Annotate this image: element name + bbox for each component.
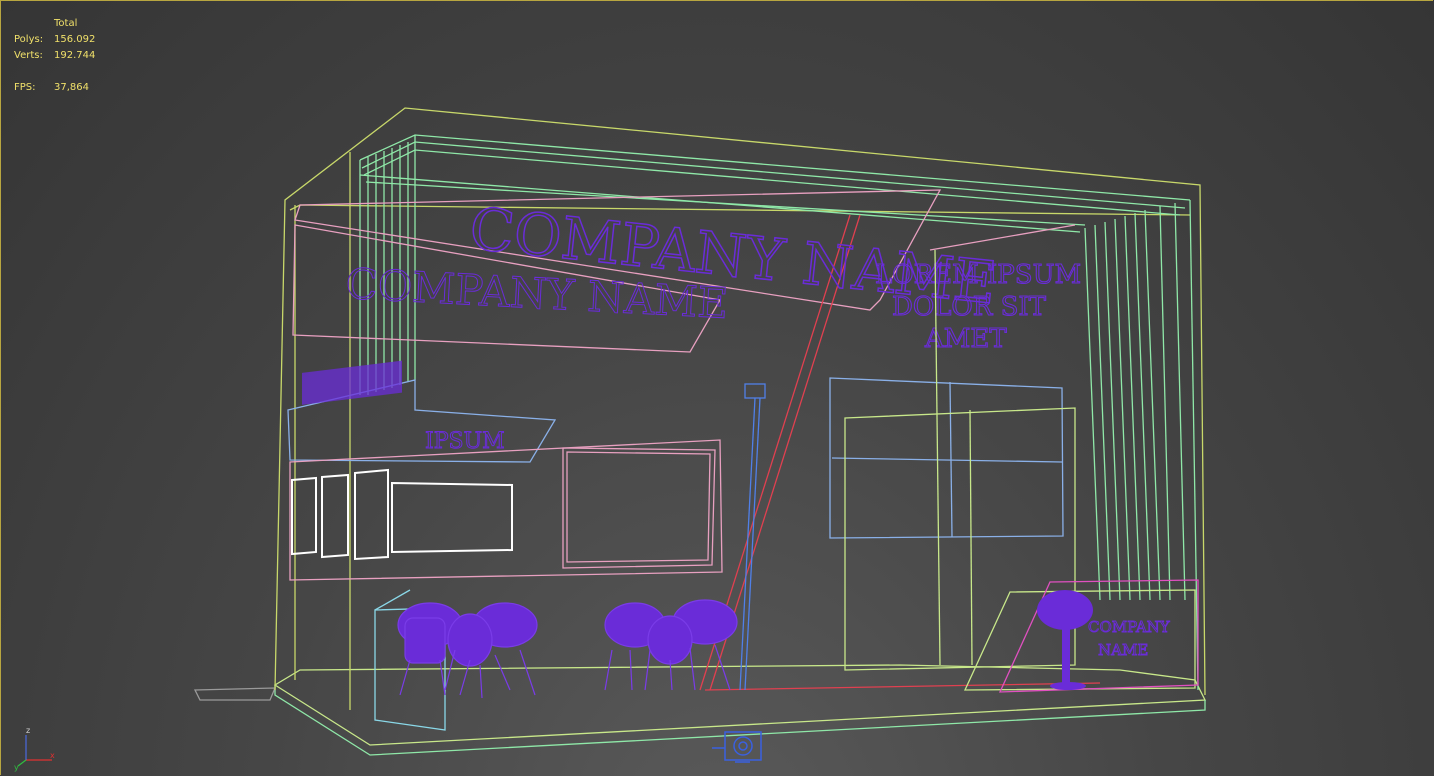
shelf-sign[interactable]: IPSUM <box>287 360 557 463</box>
display-frames[interactable] <box>291 468 513 561</box>
right-sign-line1[interactable]: LOREM IPSUM <box>874 259 1081 290</box>
kiosk-sign-line1: COMPANY <box>1088 618 1171 636</box>
ceiling-slats-right[interactable] <box>1084 199 1199 691</box>
viewport-scene[interactable]: COMPANY NAME COMPANY NAME LOREM IPSUM DO… <box>0 0 1434 776</box>
light-pole[interactable] <box>739 383 766 691</box>
axis-x-label: x <box>50 751 55 760</box>
axis-tripod-icon: x z y <box>14 726 55 772</box>
counter-sign-text: IPSUM <box>425 429 505 454</box>
axis-z-label: z <box>26 726 30 735</box>
kiosk-sign-line2: NAME <box>1098 641 1148 659</box>
booth-floor[interactable] <box>193 664 1207 756</box>
chairs-left[interactable] <box>397 602 538 699</box>
right-sign-line2[interactable]: DOLOR SIT <box>891 291 1047 322</box>
axis-y-label: y <box>14 763 19 772</box>
glass-panels[interactable] <box>829 377 1064 539</box>
chairs-right[interactable] <box>604 599 738 691</box>
